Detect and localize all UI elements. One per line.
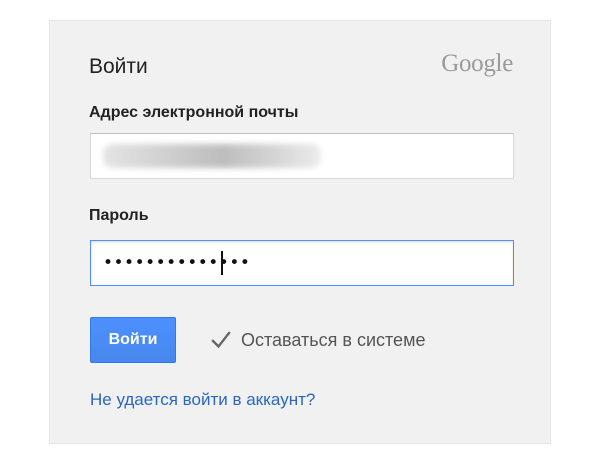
email-field[interactable] — [90, 133, 514, 179]
remember-me-checkbox[interactable]: Оставаться в системе — [210, 327, 425, 353]
signin-card: Войти Google Адрес электронной почты Пар… — [49, 20, 551, 444]
text-caret — [221, 251, 223, 275]
password-label: Пароль — [89, 207, 149, 224]
remember-me-label: Оставаться в системе — [241, 329, 426, 350]
page-title: Войти — [89, 55, 148, 78]
email-label: Адрес электронной почты — [89, 104, 299, 121]
google-logo: Google — [441, 50, 513, 77]
signin-button[interactable]: Войти — [90, 317, 176, 363]
cant-sign-in-link[interactable]: Не удается войти в аккаунт? — [90, 390, 315, 410]
password-value: •••••••••••••• — [103, 253, 251, 273]
password-field[interactable]: •••••••••••••• — [90, 240, 514, 286]
email-value-blurred — [103, 144, 321, 168]
checkmark-icon — [211, 331, 231, 349]
